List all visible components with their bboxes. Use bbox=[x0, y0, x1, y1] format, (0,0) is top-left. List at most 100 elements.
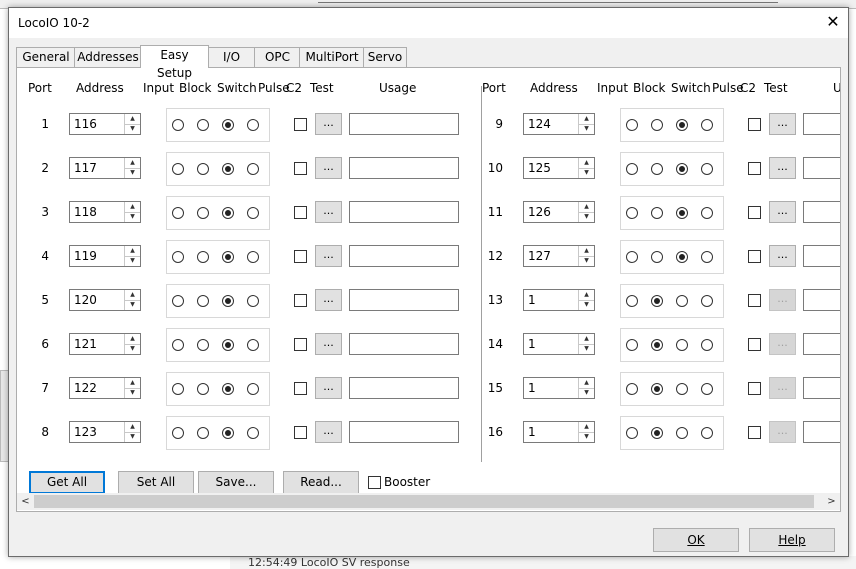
address-value[interactable]: 125 bbox=[528, 161, 551, 175]
horizontal-scrollbar[interactable]: < > bbox=[17, 493, 840, 510]
c2-checkbox[interactable] bbox=[748, 382, 761, 395]
c2-checkbox[interactable] bbox=[748, 162, 761, 175]
address-value[interactable]: 122 bbox=[74, 381, 97, 395]
usage-input[interactable] bbox=[803, 421, 840, 443]
address-value[interactable]: 121 bbox=[74, 337, 97, 351]
address-spinner[interactable]: 1 ▲ ▼ bbox=[523, 333, 595, 355]
address-spinner[interactable]: 121 ▲ ▼ bbox=[69, 333, 141, 355]
address-value[interactable]: 1 bbox=[528, 337, 536, 351]
address-spinner[interactable]: 122 ▲ ▼ bbox=[69, 377, 141, 399]
spin-down-icon[interactable]: ▼ bbox=[579, 344, 594, 354]
radio-switch[interactable] bbox=[676, 251, 688, 263]
spin-down-icon[interactable]: ▼ bbox=[579, 256, 594, 266]
radio-switch[interactable] bbox=[676, 207, 688, 219]
address-value[interactable]: 1 bbox=[528, 425, 536, 439]
spin-down-icon[interactable]: ▼ bbox=[125, 212, 140, 222]
radio-block[interactable] bbox=[197, 427, 209, 439]
spin-down-icon[interactable]: ▼ bbox=[125, 344, 140, 354]
c2-checkbox[interactable] bbox=[748, 338, 761, 351]
usage-input[interactable] bbox=[349, 421, 459, 443]
spin-down-icon[interactable]: ▼ bbox=[579, 168, 594, 178]
c2-checkbox[interactable] bbox=[748, 250, 761, 263]
test-button[interactable]: ... bbox=[315, 421, 342, 443]
spin-down-icon[interactable]: ▼ bbox=[125, 300, 140, 310]
radio-input[interactable] bbox=[172, 119, 184, 131]
address-value[interactable]: 120 bbox=[74, 293, 97, 307]
radio-input[interactable] bbox=[172, 383, 184, 395]
tab-opc[interactable]: OPC bbox=[254, 47, 301, 67]
usage-input[interactable] bbox=[349, 333, 459, 355]
usage-input[interactable] bbox=[349, 113, 459, 135]
test-button[interactable]: ... bbox=[315, 245, 342, 267]
usage-input[interactable] bbox=[803, 289, 840, 311]
c2-checkbox[interactable] bbox=[748, 426, 761, 439]
address-spinner[interactable]: 126 ▲ ▼ bbox=[523, 201, 595, 223]
radio-switch[interactable] bbox=[222, 207, 234, 219]
usage-input[interactable] bbox=[349, 377, 459, 399]
radio-switch[interactable] bbox=[676, 163, 688, 175]
radio-input[interactable] bbox=[626, 383, 638, 395]
radio-block[interactable] bbox=[651, 295, 663, 307]
address-value[interactable]: 119 bbox=[74, 249, 97, 263]
spin-down-icon[interactable]: ▼ bbox=[125, 168, 140, 178]
radio-pulse[interactable] bbox=[701, 383, 713, 395]
usage-input[interactable] bbox=[803, 157, 840, 179]
radio-pulse[interactable] bbox=[701, 251, 713, 263]
radio-block[interactable] bbox=[197, 207, 209, 219]
radio-pulse[interactable] bbox=[247, 251, 259, 263]
get-all-button[interactable]: Get All bbox=[29, 471, 105, 494]
usage-input[interactable] bbox=[349, 157, 459, 179]
c2-checkbox[interactable] bbox=[294, 426, 307, 439]
radio-pulse[interactable] bbox=[701, 427, 713, 439]
radio-pulse[interactable] bbox=[247, 427, 259, 439]
radio-block[interactable] bbox=[651, 163, 663, 175]
test-button[interactable]: ... bbox=[315, 289, 342, 311]
address-spinner[interactable]: 1 ▲ ▼ bbox=[523, 421, 595, 443]
c2-checkbox[interactable] bbox=[294, 250, 307, 263]
test-button[interactable]: ... bbox=[315, 333, 342, 355]
tab-multiport[interactable]: MultiPort bbox=[299, 47, 365, 67]
spin-down-icon[interactable]: ▼ bbox=[125, 432, 140, 442]
radio-input[interactable] bbox=[626, 163, 638, 175]
address-value[interactable]: 127 bbox=[528, 249, 551, 263]
spin-down-icon[interactable]: ▼ bbox=[579, 212, 594, 222]
address-spinner[interactable]: 120 ▲ ▼ bbox=[69, 289, 141, 311]
c2-checkbox[interactable] bbox=[748, 294, 761, 307]
radio-input[interactable] bbox=[172, 163, 184, 175]
c2-checkbox[interactable] bbox=[294, 382, 307, 395]
usage-input[interactable] bbox=[803, 245, 840, 267]
address-spinner[interactable]: 117 ▲ ▼ bbox=[69, 157, 141, 179]
address-spinner[interactable]: 124 ▲ ▼ bbox=[523, 113, 595, 135]
address-spinner[interactable]: 116 ▲ ▼ bbox=[69, 113, 141, 135]
spin-down-icon[interactable]: ▼ bbox=[579, 300, 594, 310]
c2-checkbox[interactable] bbox=[294, 338, 307, 351]
radio-pulse[interactable] bbox=[701, 207, 713, 219]
booster-checkbox[interactable] bbox=[368, 476, 381, 489]
radio-pulse[interactable] bbox=[247, 383, 259, 395]
spin-down-icon[interactable]: ▼ bbox=[125, 124, 140, 134]
radio-block[interactable] bbox=[651, 207, 663, 219]
address-value[interactable]: 124 bbox=[528, 117, 551, 131]
test-button[interactable]: ... bbox=[315, 157, 342, 179]
radio-pulse[interactable] bbox=[701, 339, 713, 351]
tab-easy-setup[interactable]: Easy Setup bbox=[140, 45, 209, 80]
c2-checkbox[interactable] bbox=[748, 206, 761, 219]
address-value[interactable]: 118 bbox=[74, 205, 97, 219]
address-spinner[interactable]: 125 ▲ ▼ bbox=[523, 157, 595, 179]
radio-switch[interactable] bbox=[676, 119, 688, 131]
read-button[interactable]: Read... bbox=[283, 471, 359, 494]
c2-checkbox[interactable] bbox=[748, 118, 761, 131]
radio-pulse[interactable] bbox=[247, 119, 259, 131]
radio-pulse[interactable] bbox=[701, 163, 713, 175]
radio-input[interactable] bbox=[172, 427, 184, 439]
radio-input[interactable] bbox=[172, 251, 184, 263]
test-button[interactable]: ... bbox=[769, 201, 796, 223]
tab-i-o[interactable]: I/O bbox=[207, 47, 256, 67]
spin-down-icon[interactable]: ▼ bbox=[579, 124, 594, 134]
radio-block[interactable] bbox=[197, 295, 209, 307]
c2-checkbox[interactable] bbox=[294, 294, 307, 307]
address-spinner[interactable]: 119 ▲ ▼ bbox=[69, 245, 141, 267]
set-all-button[interactable]: Set All bbox=[118, 471, 194, 494]
spin-down-icon[interactable]: ▼ bbox=[579, 432, 594, 442]
radio-block[interactable] bbox=[651, 119, 663, 131]
